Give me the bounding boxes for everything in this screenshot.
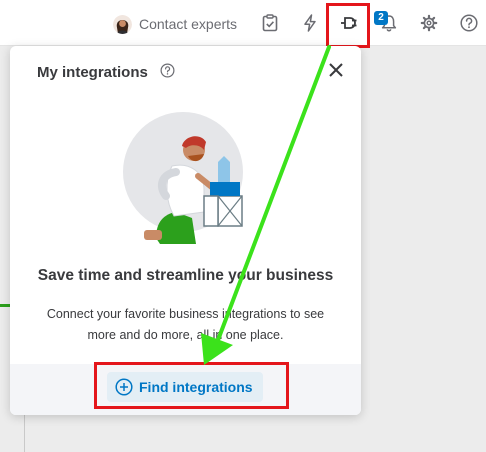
find-integrations-button[interactable]: Find integrations (107, 372, 263, 402)
top-bar: Contact experts 2 (0, 0, 486, 46)
builder-illustration (123, 112, 243, 244)
contact-experts-link[interactable]: Contact experts (113, 12, 237, 36)
plug-icon[interactable] (338, 12, 360, 34)
background-divider (24, 415, 25, 452)
background-accent-line (0, 304, 10, 307)
help-icon[interactable] (458, 12, 480, 34)
panel-headline: Save time and streamline your business (37, 267, 334, 284)
close-icon[interactable] (326, 60, 346, 80)
panel-description: Connect your favorite business integrati… (46, 307, 325, 342)
info-help-icon[interactable] (160, 63, 175, 78)
contact-experts-label: Contact experts (139, 16, 238, 32)
panel-title: My integrations (37, 64, 148, 81)
lightning-icon[interactable] (299, 12, 321, 34)
expert-avatar-icon (113, 14, 132, 34)
gear-icon[interactable] (418, 12, 440, 34)
notification-badge: 2 (374, 11, 388, 25)
plus-circle-icon (115, 378, 133, 396)
find-integrations-label: Find integrations (139, 379, 253, 395)
my-integrations-panel: My integrations Save time and streamline… (10, 46, 361, 415)
checklist-icon[interactable] (259, 12, 281, 34)
